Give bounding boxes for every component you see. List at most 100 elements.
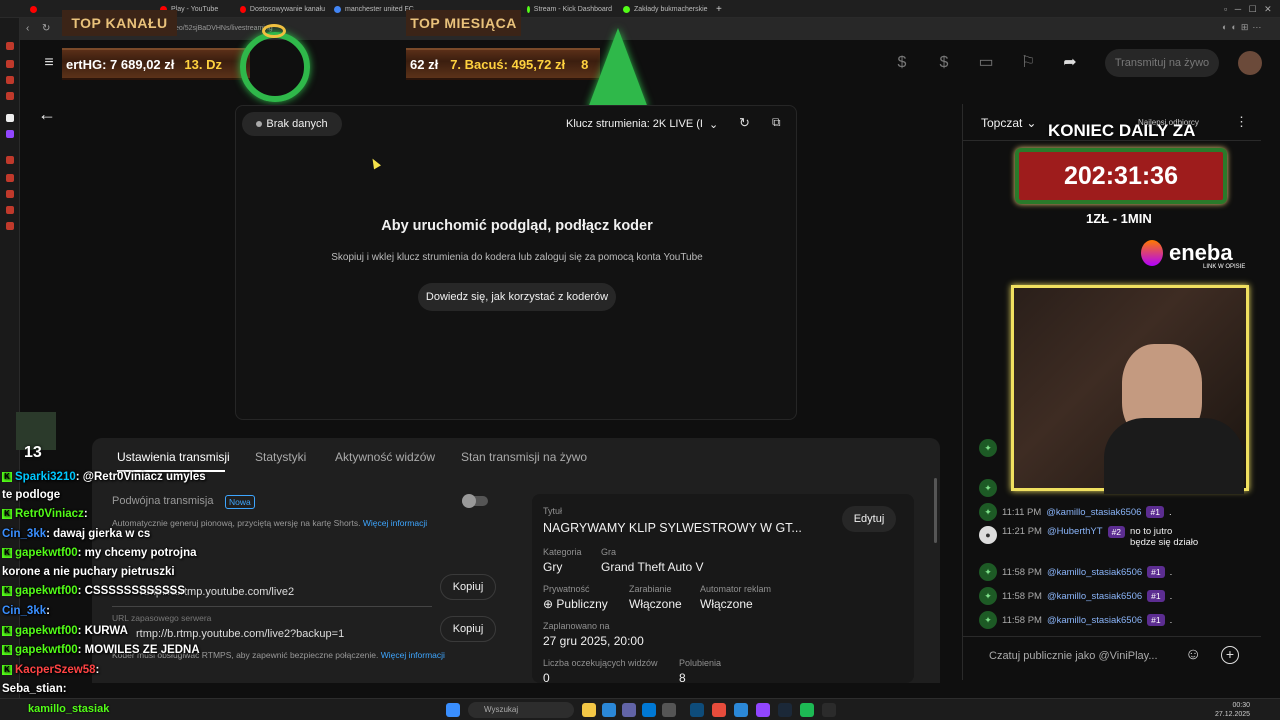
hamburger-icon[interactable]: ≡: [40, 54, 58, 72]
store-icon[interactable]: [642, 703, 656, 717]
chat-mode-dropdown[interactable]: Topczat ⌄: [981, 116, 1036, 130]
refresh-icon[interactable]: ↻: [739, 115, 750, 131]
opera-icon[interactable]: [712, 703, 726, 717]
eneba-logo: eneba: [1169, 240, 1233, 265]
sidebar-app-icon[interactable]: [6, 60, 14, 68]
stream-preview-panel: Brak danych Klucz strumienia: 2K LIVE (I…: [235, 105, 797, 420]
sidebar-app-icon[interactable]: [6, 92, 14, 100]
sidebar-app-icon[interactable]: [6, 42, 14, 50]
preview-heading: Aby uruchomić podgląd, podłącz koder: [381, 218, 653, 234]
more-info-link[interactable]: Więcej informacji: [363, 518, 427, 528]
rtmps-more-info-link[interactable]: Więcej informacji: [381, 650, 445, 660]
window-controls[interactable]: ▫ ─ ☐ ✕: [1224, 3, 1272, 16]
more-options-icon[interactable]: ⋮: [1235, 114, 1248, 130]
extensions-icon[interactable]: ◐◐⊞⋯: [1222, 22, 1265, 33]
live-chat-panel: Topczat ⌄ Najlepsi odbiorcy ⋮ KONIEC DAIL…: [962, 104, 1261, 680]
stream-live-button[interactable]: Transmituj na żywo: [1105, 49, 1219, 77]
sidebar-app-icon[interactable]: [6, 206, 14, 214]
dual-stream-toggle[interactable]: [462, 494, 488, 508]
avatar: ●: [979, 526, 997, 544]
divider: [112, 606, 432, 607]
copy-icon[interactable]: ⧉: [772, 115, 781, 130]
kick-chat-line: K Sparki3210: @Retr0Viniacz umyles: [2, 471, 206, 483]
privacy-label: Prywatność: [543, 584, 590, 594]
edge-icon[interactable]: [602, 703, 616, 717]
clock[interactable]: 00:30 27.12.2025: [1215, 701, 1250, 719]
back-arrow-icon[interactable]: ←: [38, 104, 56, 125]
url-text[interactable]: eo/52sjBaDVHNs/livestreaming: [175, 25, 273, 32]
kick-badge-icon: K: [2, 625, 12, 636]
teams-icon[interactable]: [622, 703, 636, 717]
avatar: ✦: [979, 439, 997, 457]
tab-statistics[interactable]: Statystyki: [255, 450, 306, 464]
youtube-icon: [30, 6, 37, 13]
sidebar-app-icon[interactable]: [6, 222, 14, 230]
tab-3[interactable]: Dostosowywanie kanału: [240, 3, 325, 16]
chevron-down-icon: ⌄: [1026, 116, 1037, 130]
new-tab-button[interactable]: +: [716, 3, 726, 16]
stream-key-dropdown[interactable]: Klucz strumienia: 2K LIVE (I ⌄: [566, 112, 726, 136]
emoji-icon[interactable]: ☺: [1185, 646, 1201, 664]
webcam-feed: [1011, 285, 1249, 494]
add-icon[interactable]: +: [1221, 646, 1239, 664]
tab-6[interactable]: Stream - Kick Dashboard: [527, 3, 612, 16]
kick-chat-line: Kgapekwtf00: KURWA: [2, 625, 128, 637]
status-dot-icon: [256, 121, 263, 127]
supers-icon[interactable]: $: [935, 54, 953, 72]
app-icon[interactable]: [662, 703, 676, 717]
scrollbar[interactable]: [934, 478, 937, 543]
copy-backup-button[interactable]: Kopiuj: [440, 616, 496, 642]
tab-stream-settings[interactable]: Ustawienia transmisji: [117, 450, 230, 464]
steam-icon[interactable]: [778, 703, 792, 717]
twitch-icon[interactable]: [6, 130, 14, 138]
wreath-icon: [240, 32, 310, 102]
kick-badge-icon: K: [2, 547, 12, 558]
vscode-icon[interactable]: [690, 703, 704, 717]
clock-time: 00:30: [1232, 702, 1251, 709]
top-channel-next: 13. Dz: [184, 56, 222, 72]
avatar: ✦: [979, 563, 997, 581]
ads-label: Automator reklam: [700, 584, 772, 594]
chat-input[interactable]: Czatuj publicznie jako @ViniPlay...: [989, 650, 1158, 662]
top-channel-banner: ertHG: 7 689,02 zł 13. Dz: [62, 48, 250, 80]
tab-1[interactable]: [30, 3, 40, 16]
file-explorer-icon[interactable]: [582, 703, 596, 717]
app-icon[interactable]: [756, 703, 770, 717]
tab-4[interactable]: manchester united FC: [334, 3, 414, 16]
dual-stream-desc: Automatycznie generuj pionową, przyciętą…: [112, 518, 428, 528]
tab-viewer-activity[interactable]: Aktywność widzów: [335, 450, 435, 464]
chat-user[interactable]: @kamillo_stasiak6506: [1046, 507, 1141, 518]
copy-url-button[interactable]: Kopiuj: [440, 574, 496, 600]
learn-encoders-button[interactable]: Dowiedz się, jak korzystać z koderów: [418, 283, 616, 311]
share-icon[interactable]: ➦: [1061, 54, 1079, 72]
backup-url-value[interactable]: rtmp://b.rtmp.youtube.com/live2?backup=1: [136, 628, 344, 640]
chat-user[interactable]: @kamillo_stasiak6506: [1047, 567, 1142, 578]
sidebar-app-icon[interactable]: [6, 190, 14, 198]
chat-user[interactable]: @kamillo_stasiak6506: [1047, 591, 1142, 602]
monetization-icon[interactable]: $: [893, 54, 911, 72]
sidebar-app-icon[interactable]: [6, 114, 14, 122]
taskbar-search[interactable]: Wyszukaj: [468, 702, 574, 718]
chat-user[interactable]: @kamillo_stasiak6506: [1047, 615, 1142, 626]
spotify-icon[interactable]: [800, 703, 814, 717]
monetization-label: Zarabianie: [629, 584, 672, 594]
sidebar-app-icon[interactable]: [6, 76, 14, 84]
avatar[interactable]: [1238, 51, 1262, 75]
sidebar-app-icon[interactable]: [6, 156, 14, 164]
chat-user[interactable]: @HuberthYT: [1047, 526, 1103, 537]
back-icon[interactable]: ‹: [26, 23, 29, 34]
obs-icon[interactable]: [822, 703, 836, 717]
app-icon[interactable]: [734, 703, 748, 717]
sidebar-app-icon[interactable]: [6, 174, 14, 182]
edit-button[interactable]: Edytuj: [842, 506, 896, 532]
start-icon[interactable]: [446, 703, 460, 717]
status-badge: Brak danych: [242, 112, 342, 136]
layout-icon[interactable]: ▭: [977, 54, 995, 72]
browser-tab-strip: Play - YouTube Dostosowywanie kanału man…: [0, 0, 1280, 18]
waiting-label: Liczba oczekujących widzów: [543, 658, 658, 668]
tab-7[interactable]: Zakłady bukmacherskie: [623, 3, 708, 16]
bookmark-icon[interactable]: ⚐: [1019, 54, 1037, 72]
reload-icon[interactable]: ↻: [42, 23, 50, 34]
tab-stream-health[interactable]: Stan transmisji na żywo: [461, 450, 587, 464]
monetization-value: Włączone: [629, 597, 682, 611]
